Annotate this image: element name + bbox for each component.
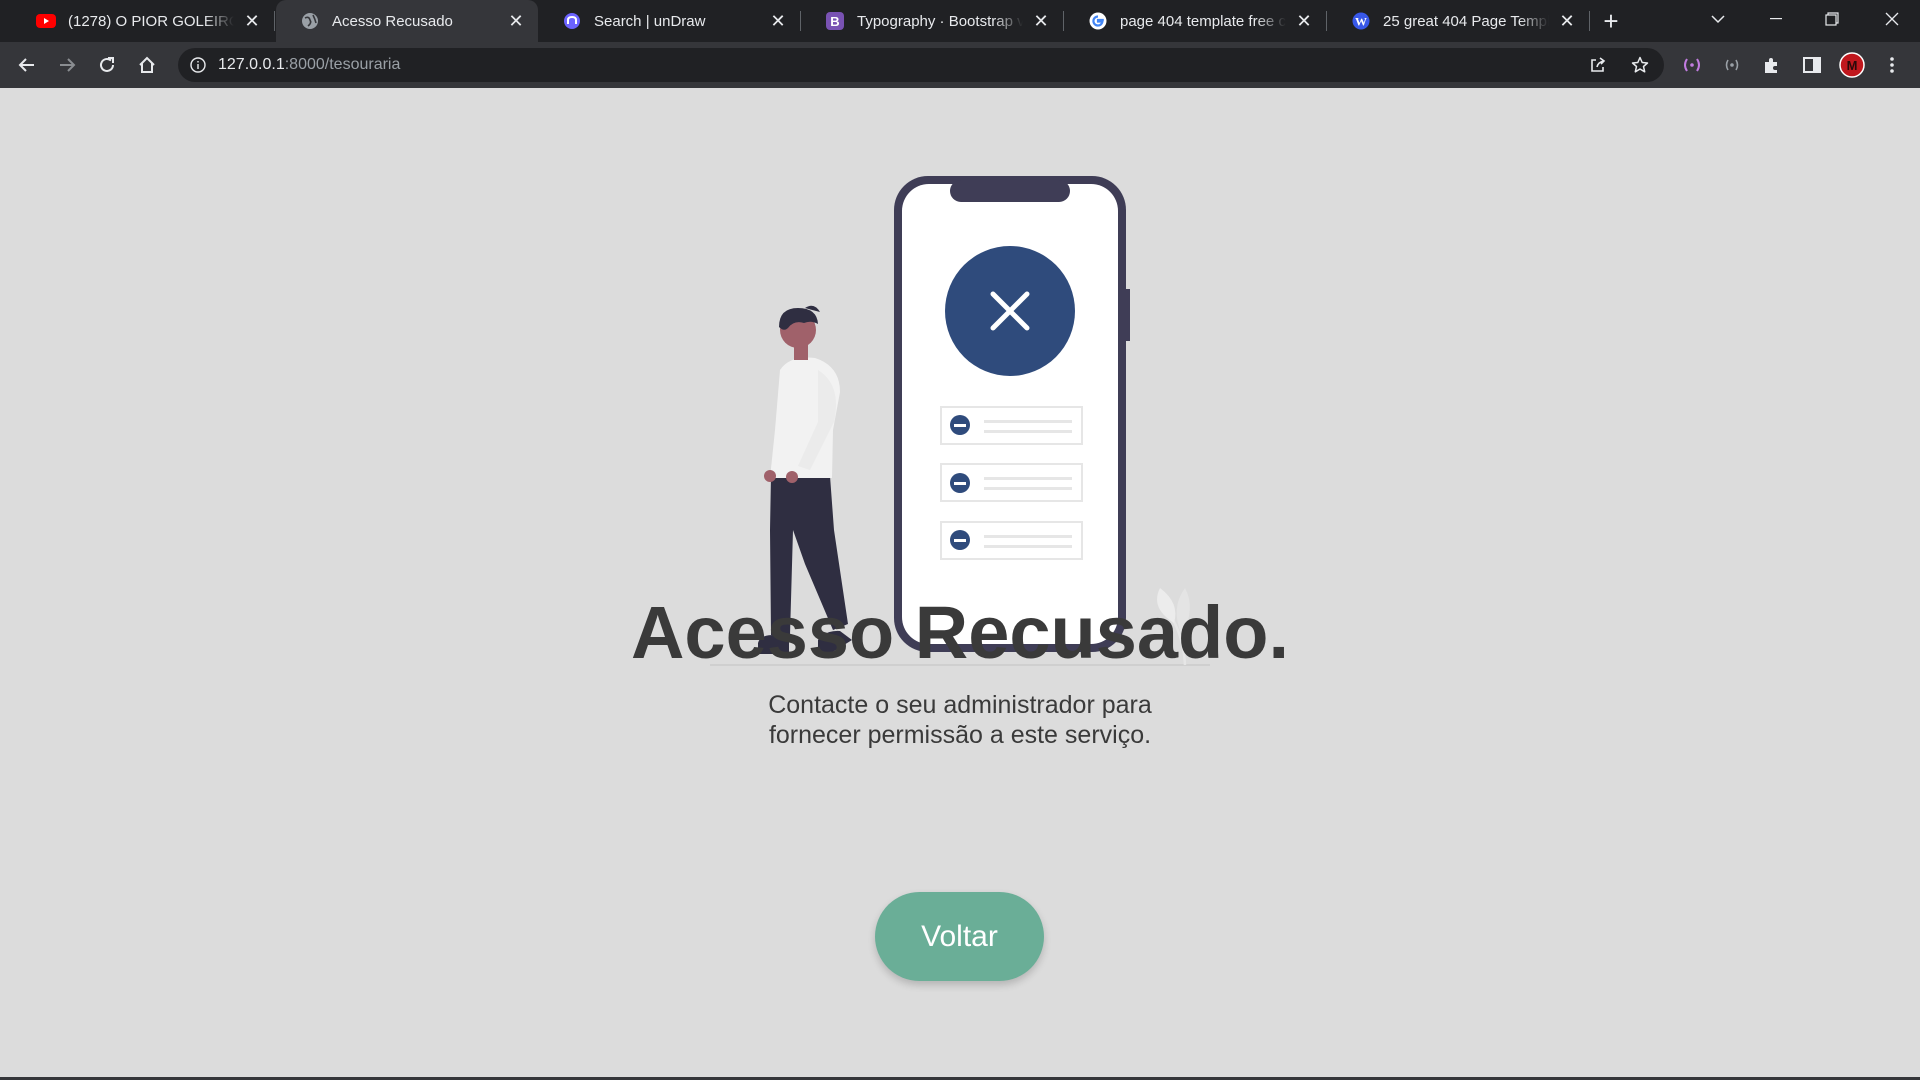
extension-signal-icon[interactable] [1678, 51, 1706, 79]
tab-title: Typography · Bootstrap v5.2 [857, 12, 1023, 30]
tab-separator [1589, 11, 1590, 31]
close-tab-icon[interactable]: ✕ [1031, 11, 1051, 31]
tab-wordpress[interactable]: W 25 great 404 Page Templates ✕ [1327, 0, 1589, 42]
profile-avatar[interactable]: M [1838, 51, 1866, 79]
forward-icon[interactable] [51, 49, 83, 81]
error-message: Contacte o seu administrador para fornec… [768, 691, 1152, 749]
side-panel-icon[interactable] [1798, 51, 1826, 79]
url-host: 127.0.0.1 [218, 56, 285, 73]
phone-illustration [894, 176, 1130, 652]
close-window-icon[interactable] [1864, 0, 1920, 38]
close-tab-icon[interactable]: ✕ [242, 11, 262, 31]
tab-strip: (1278) O PIOR GOLEIRO DO ✕ Acesso Recusa… [0, 0, 1920, 42]
svg-text:W: W [1355, 15, 1367, 29]
share-icon[interactable] [1586, 53, 1610, 77]
close-tab-icon[interactable]: ✕ [506, 11, 526, 31]
bookmark-star-icon[interactable] [1628, 53, 1652, 77]
minimize-icon[interactable] [1748, 0, 1804, 38]
tab-search-icon[interactable] [1690, 0, 1746, 38]
address-bar[interactable]: 127.0.0.1:8000/tesouraria [178, 48, 1664, 82]
tab-youtube[interactable]: (1278) O PIOR GOLEIRO DO ✕ [12, 0, 274, 42]
menu-kebab-icon[interactable] [1878, 51, 1906, 79]
tab-separator [274, 11, 275, 31]
url-text: 127.0.0.1:8000/tesouraria [218, 56, 400, 74]
google-icon [1088, 11, 1108, 31]
list-item-1 [940, 406, 1083, 445]
bootstrap-icon: B [825, 11, 845, 31]
extension-radio-icon[interactable] [1718, 51, 1746, 79]
tab-title: 25 great 404 Page Templates [1383, 12, 1549, 30]
restore-icon[interactable] [1804, 0, 1860, 38]
tab-title: Search | unDraw [594, 12, 706, 30]
browser-toolbar: 127.0.0.1:8000/tesouraria M [0, 42, 1920, 88]
home-icon[interactable] [131, 49, 163, 81]
tab-acesso-recusado[interactable]: Acesso Recusado ✕ [276, 0, 538, 42]
page-content: Acesso Recusado. Contacte o seu administ… [0, 88, 1920, 1080]
close-tab-icon[interactable]: ✕ [768, 11, 788, 31]
reload-icon[interactable] [91, 49, 123, 81]
tab-title: page 404 template free css [1120, 12, 1286, 30]
denied-x-icon [945, 246, 1075, 376]
tab-bootstrap[interactable]: B Typography · Bootstrap v5.2 ✕ [801, 0, 1063, 42]
page-title: Acesso Recusado. [630, 591, 1290, 674]
tab-title: Acesso Recusado [332, 12, 453, 30]
list-item-3 [940, 521, 1083, 560]
list-item-2 [940, 463, 1083, 502]
back-button[interactable]: Voltar [875, 892, 1044, 981]
svg-text:B: B [830, 14, 839, 29]
tab-title: (1278) O PIOR GOLEIRO DO [68, 12, 234, 30]
tab-google[interactable]: page 404 template free css ✕ [1064, 0, 1326, 42]
back-icon[interactable] [11, 49, 43, 81]
profile-initial: M [1847, 58, 1858, 73]
close-tab-icon[interactable]: ✕ [1294, 11, 1314, 31]
extensions-puzzle-icon[interactable] [1758, 51, 1786, 79]
globe-icon [300, 11, 320, 31]
site-info-icon[interactable] [188, 55, 208, 75]
close-tab-icon[interactable]: ✕ [1557, 11, 1577, 31]
wordpress-icon: W [1351, 11, 1371, 31]
url-path: :8000/tesouraria [284, 56, 401, 73]
tab-undraw[interactable]: Search | unDraw ✕ [538, 0, 800, 42]
new-tab-button[interactable]: + [1596, 6, 1626, 36]
undraw-icon [562, 11, 582, 31]
youtube-icon [36, 11, 56, 31]
